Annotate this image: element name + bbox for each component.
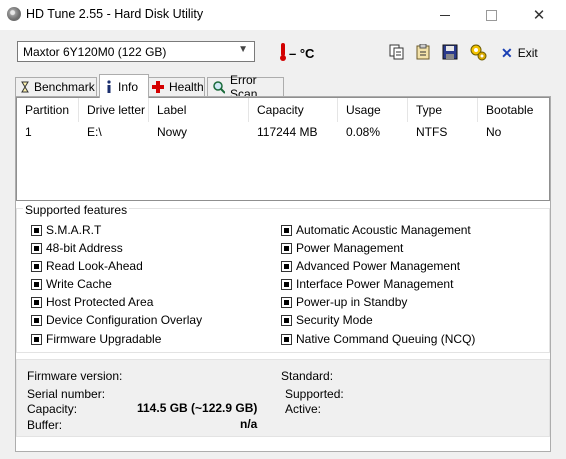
column-header-partition[interactable]: Partition [17,98,79,122]
feature-smart: S.M.A.R.T [31,223,101,237]
cell-capacity: 117244 MB [257,125,318,139]
options-icon [470,44,487,61]
cell-type: NTFS [416,125,448,139]
maximize-button[interactable] [468,0,514,30]
capacity-value: 114.5 GB (~122.9 GB) [137,401,258,415]
cell-label: Nowy [157,125,188,139]
hard-disk-icon [7,7,21,21]
benchmark-icon [21,81,29,93]
column-header-label[interactable]: Label [149,98,249,122]
tab-label: Health [169,80,204,94]
drive-select[interactable]: Maxtor 6Y120M0 (122 GB) ▼ [17,41,255,62]
checkbox-icon [281,260,292,272]
column-header-bootable[interactable]: Bootable [478,98,549,122]
standard-label: Standard: [281,369,334,383]
active-label: Active: [285,402,322,416]
feature-device-configuration-overlay: Device Configuration Overlay [31,313,202,327]
partition-table: Partition Drive letter Label Capacity Us… [16,97,550,201]
feature-read-look-ahead: Read Look-Ahead [31,259,143,273]
copy-all-button[interactable] [413,42,433,62]
drive-select-value: Maxtor 6Y120M0 (122 GB) [23,45,167,59]
feature-power-management: Power Management [281,241,403,255]
feature-write-cache: Write Cache [31,277,112,291]
feature-advanced-power-management: Advanced Power Management [281,259,460,273]
serial-number-label: Serial number: [27,387,106,401]
cell-partition: 1 [25,125,32,139]
checkbox-icon [281,278,292,290]
checkbox-icon [31,242,42,254]
error-scan-icon [213,80,226,94]
chevron-down-icon: ▼ [238,44,248,55]
tab-health[interactable]: Health [146,77,205,96]
close-icon: ✕ [532,7,546,24]
firmware-version-label: Firmware version: [27,369,123,383]
buffer-value: n/a [240,417,258,431]
temperature-readout: – °C [289,46,315,61]
copy-all-icon [416,44,430,60]
cell-drive-letter: E:\ [87,125,102,139]
feature-48bit-address: 48-bit Address [31,241,123,255]
capacity-label: Capacity: [27,402,78,416]
feature-automatic-acoustic-management: Automatic Acoustic Management [281,223,471,237]
checkbox-icon [31,333,42,345]
window-title: HD Tune 2.55 - Hard Disk Utility [26,7,204,21]
checkbox-icon [281,242,292,254]
cell-usage: 0.08% [346,125,381,139]
tab-label: Info [118,79,139,94]
save-icon [442,44,458,60]
tab-label: Benchmark [34,80,95,94]
column-header-drive-letter[interactable]: Drive letter [79,98,149,122]
column-header-capacity[interactable]: Capacity [249,98,338,122]
checkbox-icon [281,314,292,326]
exit-button[interactable]: ✕ Exit [501,43,538,63]
column-header-type[interactable]: Type [408,98,478,122]
checkbox-icon [31,314,42,326]
feature-host-protected-area: Host Protected Area [31,295,153,309]
checkbox-icon [31,278,42,290]
thermometer-icon [280,43,286,61]
supported-label: Supported: [285,387,344,401]
feature-power-up-in-standby: Power-up in Standby [281,295,407,309]
health-icon [152,81,164,93]
feature-firmware-upgradable: Firmware Upgradable [31,332,161,346]
checkbox-icon [281,333,292,345]
options-button[interactable] [468,42,488,62]
exit-icon: ✕ [501,44,513,61]
exit-label: Exit [517,46,538,60]
copy-icon [389,44,404,60]
copy-button[interactable] [387,42,407,62]
maximize-icon [485,9,497,21]
minimize-button[interactable] [422,0,468,30]
feature-security-mode: Security Mode [281,313,373,327]
info-icon [107,80,111,93]
cell-bootable: No [486,125,502,139]
checkbox-icon [281,296,292,308]
checkbox-icon [31,224,42,236]
tab-benchmark[interactable]: Benchmark [15,77,97,96]
supported-features-title: Supported features [23,203,130,217]
checkbox-icon [31,296,42,308]
feature-ncq: Native Command Queuing (NCQ) [281,332,475,346]
tab-error-scan[interactable]: Error Scan [207,73,284,101]
column-header-usage[interactable]: Usage [338,98,408,122]
tab-info[interactable]: Info [99,74,149,98]
minimize-icon [440,14,450,16]
save-button[interactable] [440,42,460,62]
checkbox-icon [281,224,292,236]
close-button[interactable]: ✕ [516,0,562,30]
feature-interface-power-management: Interface Power Management [281,277,453,291]
title-bar: HD Tune 2.55 - Hard Disk Utility ✕ [0,0,566,30]
buffer-label: Buffer: [27,418,63,432]
checkbox-icon [31,260,42,272]
